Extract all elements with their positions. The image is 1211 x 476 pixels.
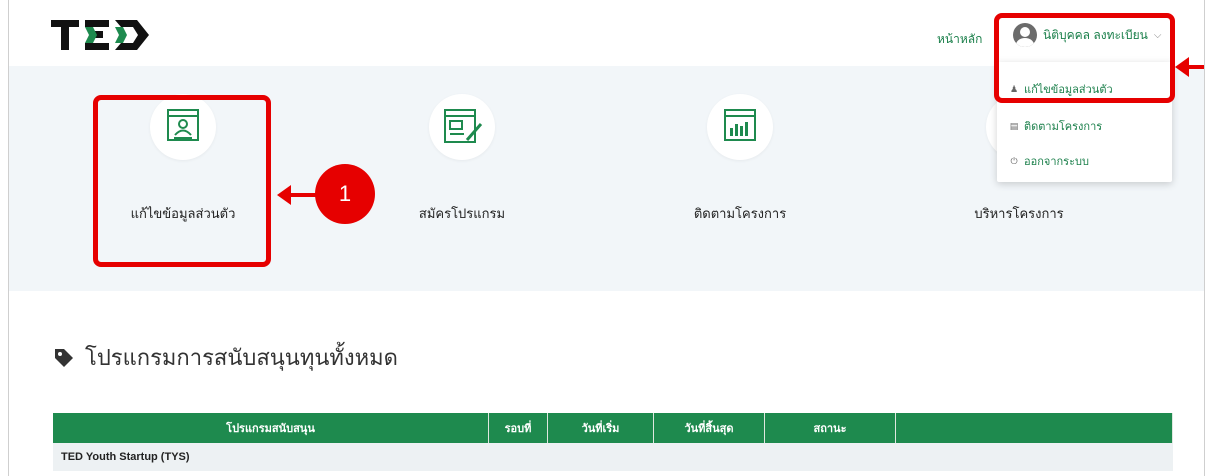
column-header	[895, 413, 1173, 443]
group-row-label[interactable]: TED Youth Startup (TYS)	[53, 443, 1173, 471]
arrow-icon	[1175, 57, 1204, 77]
highlight-box-quick-action	[93, 95, 271, 267]
table-row: TED Youth Startup (TYS)	[53, 443, 1173, 471]
power-icon: ⏻	[1010, 155, 1018, 166]
quick-action-label: ติดตามโครงการ	[693, 206, 787, 221]
quick-action-label: สมัครโปรแกรม	[418, 206, 506, 221]
dropdown-item-label: ออกจากระบบ	[1024, 156, 1089, 168]
dropdown-item-logout[interactable]: ⏻ ออกจากระบบ	[1009, 152, 1089, 170]
arrow-icon	[277, 185, 317, 205]
quick-action-label: บริหารโครงการ	[974, 206, 1064, 221]
tag-icon	[55, 348, 73, 367]
step-badge-1: 1	[315, 164, 375, 224]
column-header[interactable]: สถานะ	[764, 413, 896, 443]
list-icon: ▤	[1009, 120, 1019, 131]
edit-form-icon	[429, 94, 495, 160]
dropdown-item-label: ติดตามโครงการ	[1024, 121, 1103, 133]
column-header[interactable]: รอบที่	[488, 413, 548, 443]
section-title: โปรแกรมการสนับสนุนทุนทั้งหมด	[85, 345, 398, 370]
column-header[interactable]: โปรแกรมสนับสนุน	[53, 413, 489, 443]
programs-table: โปรแกรมสนับสนุน รอบที่ วันที่เริ่ม วันที…	[53, 413, 1173, 471]
table-header-row: โปรแกรมสนับสนุน รอบที่ วันที่เริ่ม วันที…	[53, 413, 1173, 443]
highlight-box-dropdown	[994, 13, 1175, 103]
column-header[interactable]: วันที่สิ้นสุด	[653, 413, 765, 443]
column-header[interactable]: วันที่เริ่ม	[547, 413, 654, 443]
nav-home-link[interactable]: หน้าหลัก	[937, 30, 982, 49]
app-window: หน้าหลัก นิติบุคคล ลงทะเบียน ⌵ แก้ไขข้อม…	[8, 0, 1205, 476]
dropdown-item-track-project[interactable]: ▤ ติดตามโครงการ	[1009, 117, 1102, 135]
section-heading: โปรแกรมการสนับสนุนทุนทั้งหมด	[53, 340, 398, 375]
ted-logo[interactable]	[51, 18, 161, 52]
chart-board-icon	[707, 94, 773, 160]
